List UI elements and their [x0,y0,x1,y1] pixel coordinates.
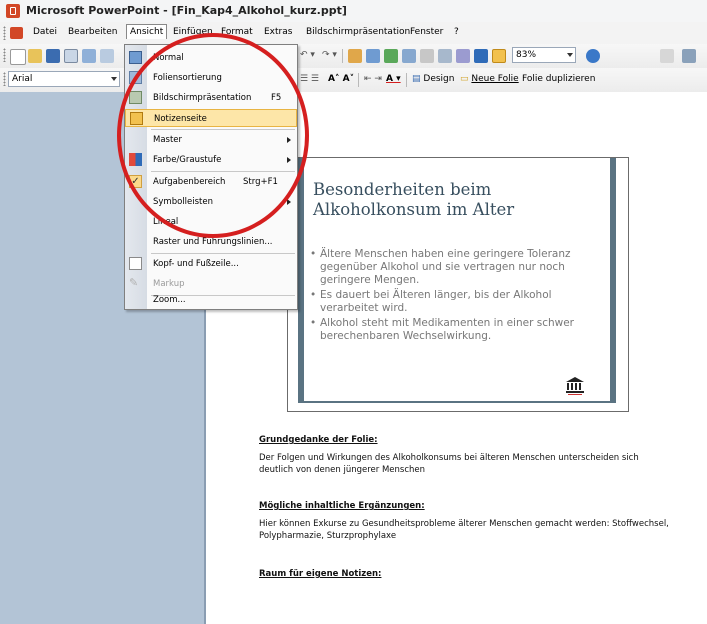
numbering-icon[interactable]: ☰ ☰ [300,74,319,84]
toolbar-grip[interactable] [3,48,6,62]
font-value: Arial [12,74,33,84]
red-circle-annotation [117,33,309,238]
hyperlink-icon[interactable] [402,49,416,63]
print-icon[interactable] [82,49,96,63]
font-color-icon[interactable]: A ▾ [386,74,401,84]
font-combo[interactable]: Arial [8,71,120,87]
powerpoint-icon [6,4,20,18]
menu-bearbeiten[interactable]: Bearbeiten [66,26,119,38]
notes-heading: Mögliche inhaltliche Ergänzungen: [259,501,425,511]
slide-bullet: Ältere Menschen haben eine geringere Tol… [310,248,610,287]
menu-extras[interactable]: Extras [262,26,294,38]
slide-accent-bar [610,158,616,403]
increase-font-icon[interactable]: A˄ A˅ [328,74,354,84]
slide-bullets: Ältere Menschen haben eine geringere Tol… [310,248,610,345]
notes-paragraph: Der Folgen und Wirkungen des Alkoholkons… [259,453,639,475]
standard-toolbar: ↶ ▾ ↷ ▾ 83% [0,44,707,69]
toolbar-extra-icon[interactable] [682,49,696,63]
chevron-down-icon [567,53,573,57]
menu-bildschirmpraesentation[interactable]: Bildschirmpräsentation [304,26,412,38]
new-slide-label: Neue Folie [471,74,519,84]
menu-ansicht[interactable]: Ansicht [126,24,168,39]
window-title: Microsoft PowerPoint - [Fin_Kap4_Alkohol… [26,4,347,17]
duplicate-slide-button[interactable]: Folie duplizieren [522,74,595,84]
toolbar-options-icon[interactable] [660,49,674,63]
menu-help[interactable]: ? [452,26,461,38]
toolbar-separator [358,73,359,87]
redo-icon[interactable]: ↷ ▾ [322,50,337,60]
toolbar-grip[interactable] [3,72,6,86]
show-formatting-icon[interactable] [438,49,452,63]
menubar-grip[interactable] [3,26,6,40]
slide-accent-bar [298,401,614,403]
slide-accent-bar [298,158,304,403]
duplicate-slide-label: Folie duplizieren [522,74,596,84]
document-icon[interactable] [10,27,23,39]
insert-table-icon[interactable] [366,49,380,63]
menu-fenster[interactable]: Fenster [408,26,445,38]
slide-preview[interactable]: Besonderheiten beim Alkoholkonsum im Alt… [287,157,629,412]
save-icon[interactable] [46,49,60,63]
help-icon[interactable] [586,49,600,63]
menu-datei[interactable]: Datei [31,26,59,38]
slide-bullet: Es dauert bei Älteren länger, bis der Al… [310,289,610,315]
normal-view-icon [129,51,142,64]
notes-heading: Raum für eigene Notizen: [259,569,382,579]
preview-icon[interactable] [100,49,114,63]
header-footer-icon [129,257,142,270]
expand-all-icon[interactable] [420,49,434,63]
formatting-toolbar: Arial ☰ ☰ A˄ A˅ ⇤ ⇥ A ▾ ▤ Design ▭ Neue … [0,68,707,93]
slide-bullet: Alkohol steht mit Medikamenten in einer … [310,317,610,343]
insert-chart-icon[interactable] [348,49,362,63]
new-slide-button[interactable]: ▭ Neue Folie [460,74,519,84]
title-bar: Microsoft PowerPoint - [Fin_Kap4_Alkohol… [0,0,707,23]
color-grayscale-icon[interactable] [474,49,488,63]
menu-item-kopf-fusszeile[interactable]: Kopf- und Fußzeile... [125,255,297,273]
indent-icon[interactable]: ⇤ ⇥ [364,74,382,84]
zoom-combo[interactable]: 83% [512,47,576,63]
markup-icon: ✎ [129,276,139,289]
undo-icon[interactable]: ↶ ▾ [300,50,315,60]
new-slide-icon: ▭ [460,74,469,84]
grid-icon[interactable] [456,49,470,63]
insert-picture-icon[interactable] [384,49,398,63]
design-icon: ▤ [412,74,421,84]
chevron-down-icon [111,77,117,81]
menu-bar: Datei Bearbeiten Ansicht Einfügen Format… [0,22,707,45]
notes-heading: Grundgedanke der Folie: [259,435,378,445]
toolbar-separator [342,49,343,63]
toolbar-separator [406,73,407,87]
design-button[interactable]: ▤ Design [412,74,454,84]
new-icon[interactable] [10,49,26,65]
zoom-value: 83% [516,50,537,60]
slide-title: Besonderheiten beim Alkoholkonsum im Alt… [313,180,515,219]
design-label: Design [423,74,455,84]
notes-page-icon[interactable] [492,49,506,63]
menu-item-zoom[interactable]: Zoom... [125,291,297,309]
menu-separator [151,253,295,254]
permission-icon[interactable] [64,49,78,63]
notes-paragraph: Hier können Exkurse zu Gesundheitsproble… [259,519,669,541]
open-icon[interactable] [28,49,42,63]
academy-logo [566,377,584,395]
